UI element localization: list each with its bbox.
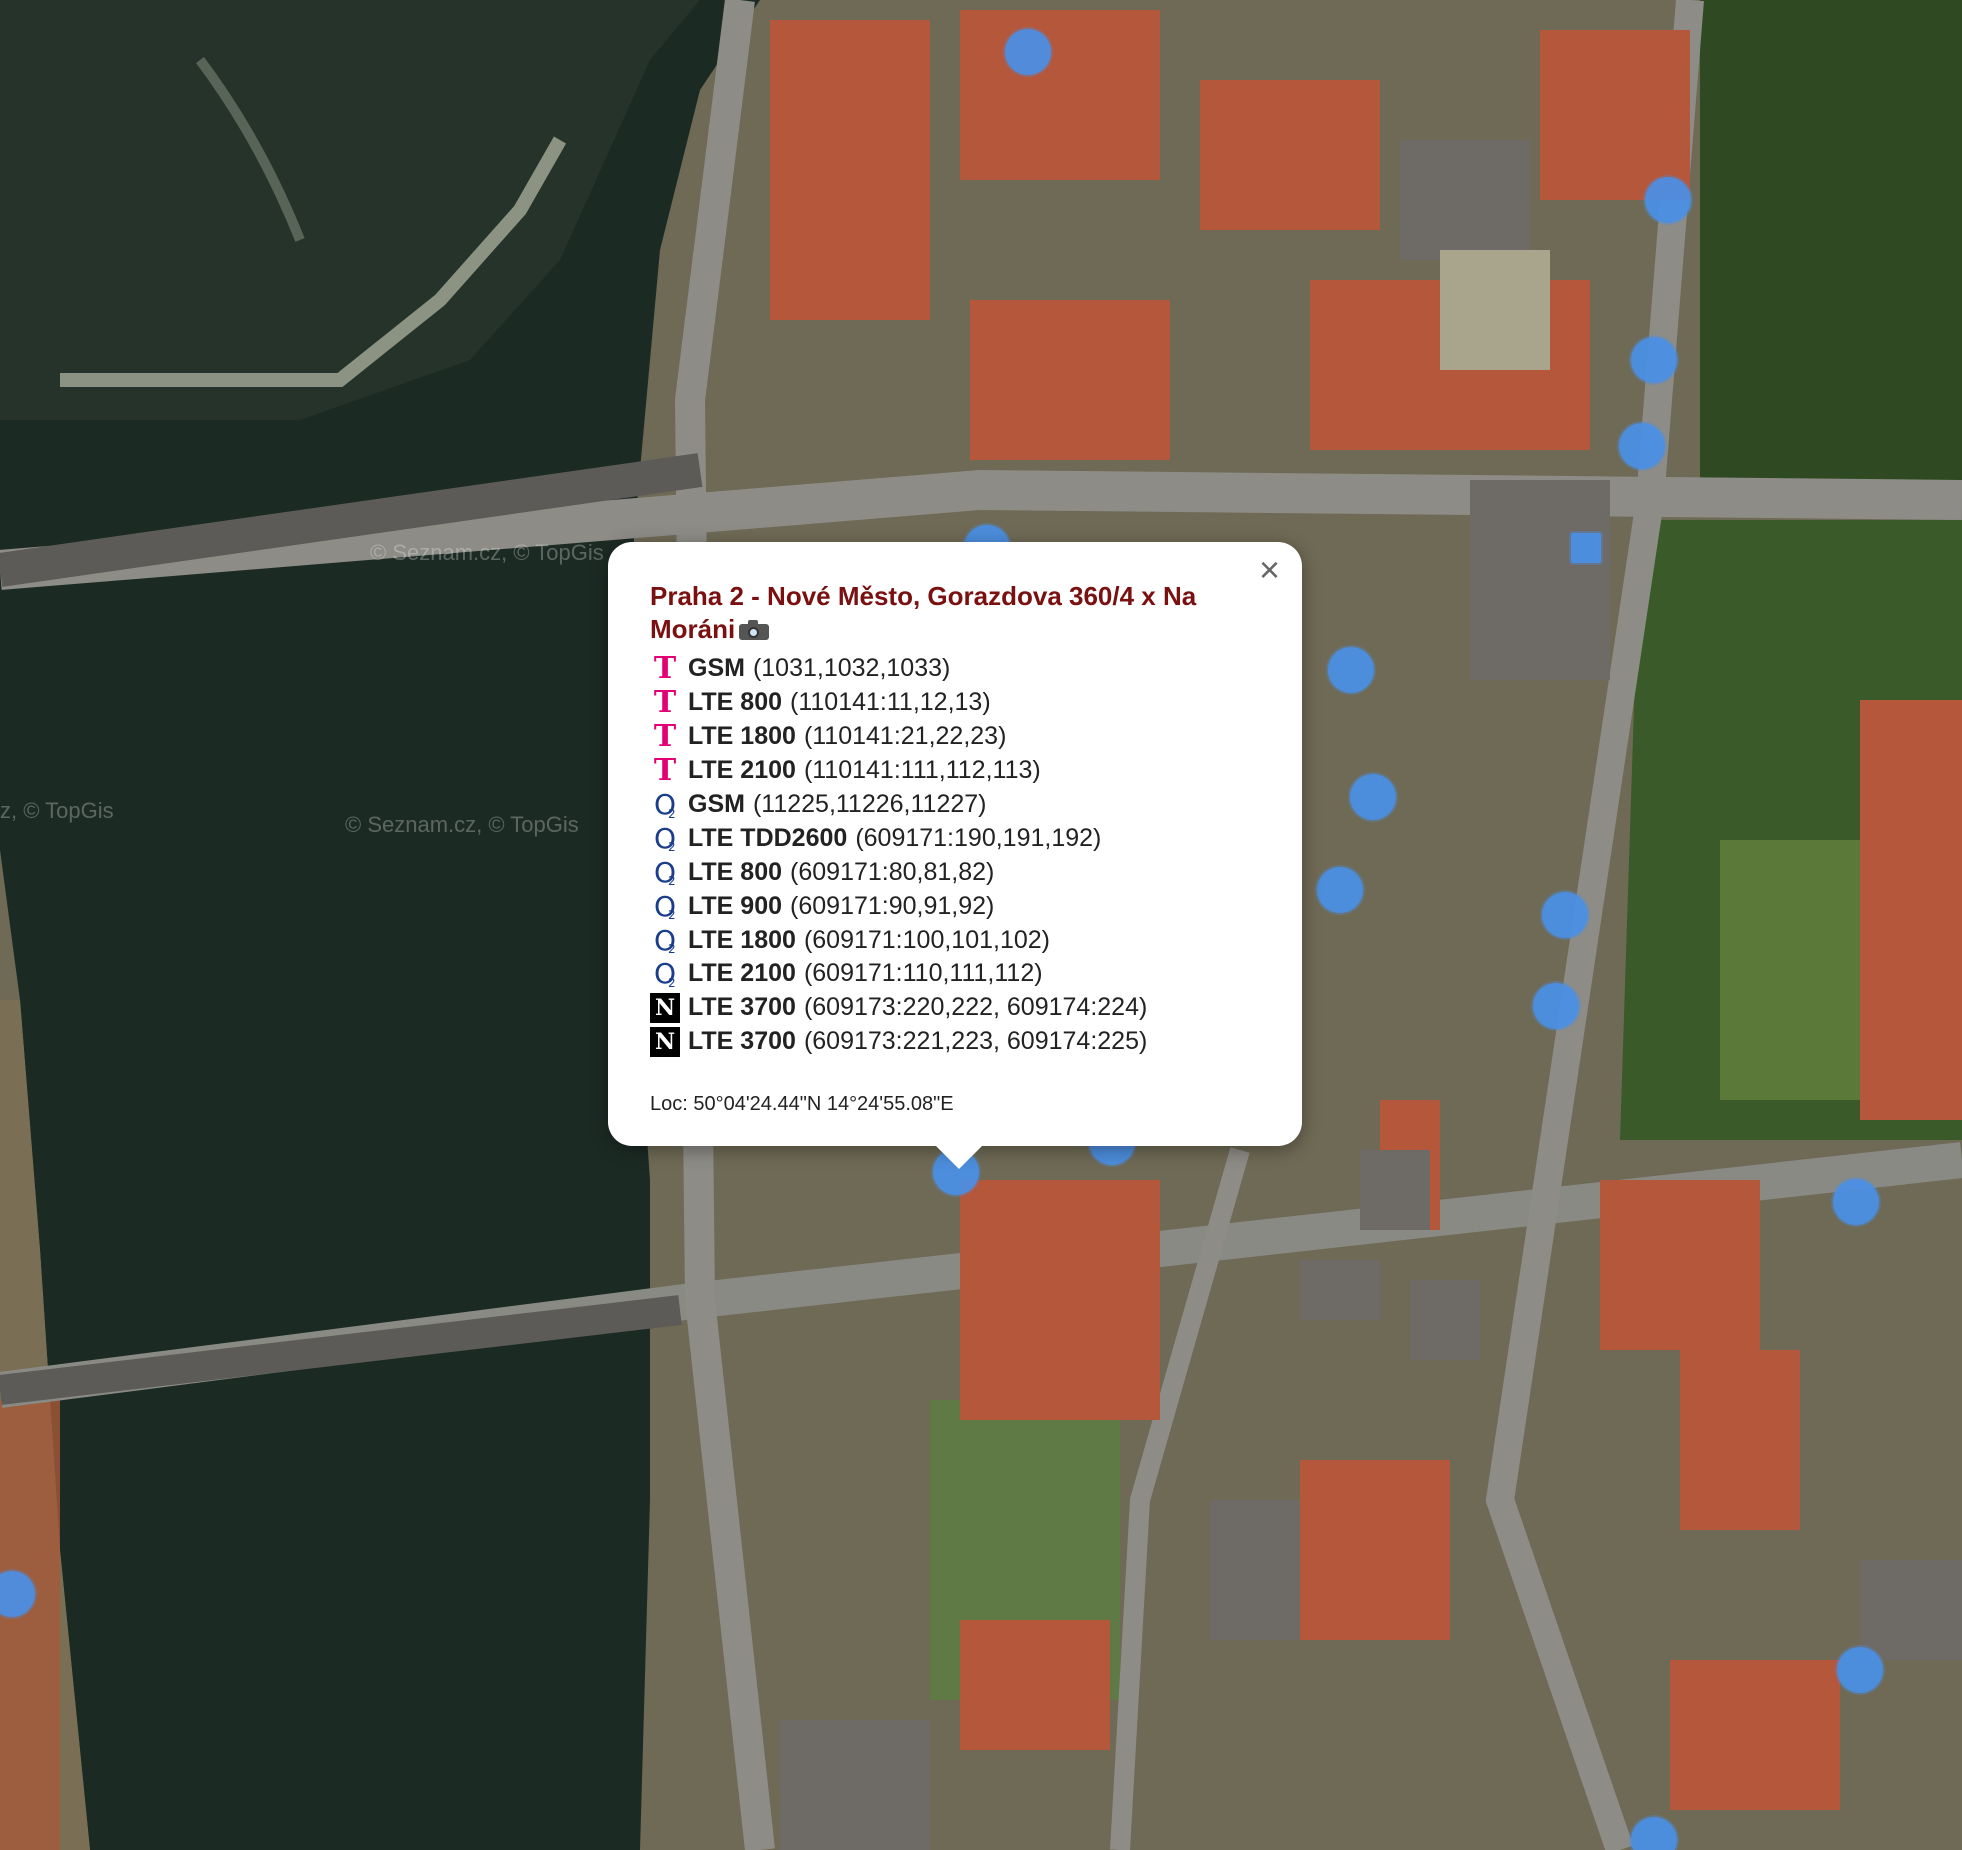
technology-label: LTE 3700: [688, 993, 796, 1022]
technology-label: GSM: [688, 654, 745, 683]
technology-label: LTE 900: [688, 891, 783, 920]
technology-label: LTE 2100: [688, 756, 796, 785]
cell-row: N LTE 3700 (609173:221,223, 609174:225): [650, 1025, 1262, 1059]
o2-icon: O2: [653, 855, 677, 889]
popup-title: Praha 2 - Nové Město, Gorazdova 360/4 x …: [650, 580, 1250, 646]
nordic-telecom-icon: N: [650, 1026, 680, 1057]
cell-tower-marker[interactable]: [1350, 774, 1396, 820]
cell-tower-marker[interactable]: [1571, 533, 1601, 563]
cell-ids: (609173:221,223, 609174:225): [803, 1027, 1148, 1056]
cell-row: N LTE 3700 (609173:220,222, 609174:224): [650, 991, 1262, 1025]
cell-tower-marker[interactable]: [1328, 647, 1374, 693]
technology-label: GSM: [688, 790, 745, 818]
cell-ids: (609171:190,191,192): [855, 823, 1102, 852]
o2-icon: O2: [653, 889, 677, 923]
nordic-telecom-icon: N: [650, 992, 680, 1023]
cell-tower-marker[interactable]: [1631, 337, 1677, 383]
location-coordinates: Loc: 50°04'24.44"N 14°24'55.08"E: [650, 1093, 954, 1115]
cell-ids: (110141:11,12,13): [790, 688, 991, 717]
cell-row: O2 GSM (11225,11226,11227): [650, 788, 1262, 822]
cell-tower-marker[interactable]: [1645, 177, 1691, 223]
cell-ids: (609171:80,81,82): [790, 857, 995, 886]
cell-row: T LTE 1800 (110141:21,22,23): [650, 719, 1262, 755]
o2-icon: O2: [653, 788, 677, 821]
cell-row: O2 LTE 900 (609171:90,91,92): [650, 889, 1262, 923]
t-mobile-icon: T: [653, 753, 677, 789]
site-address: Praha 2 - Nové Město, Gorazdova 360/4 x …: [650, 581, 1197, 644]
close-icon[interactable]: ×: [1259, 552, 1280, 588]
technology-label: LTE 800: [688, 688, 783, 717]
cell-row: T LTE 2100 (110141:111,112,113): [650, 753, 1262, 789]
technology-label: LTE 1800: [688, 925, 796, 954]
cell-ids: (11225,11226,11227): [752, 790, 987, 818]
cell-row: O2 LTE 1800 (609171:100,101,102): [650, 923, 1262, 957]
technology-label: LTE 2100: [688, 959, 796, 988]
cell-row: T GSM (1031,1032,1033): [650, 651, 1262, 687]
camera-icon[interactable]: [739, 620, 770, 640]
technology-label: LTE TDD2600: [688, 823, 848, 852]
cell-ids: (609173:220,222, 609174:224): [803, 993, 1148, 1022]
cell-tower-marker[interactable]: [1833, 1179, 1879, 1225]
o2-icon: O2: [653, 957, 677, 991]
cell-ids: (609171:100,101,102): [803, 925, 1050, 954]
cell-tower-marker[interactable]: [1619, 423, 1665, 469]
technology-label: LTE 800: [688, 857, 783, 886]
cell-ids: (609171:90,91,92): [790, 891, 995, 920]
cell-row: O2 LTE 2100 (609171:110,111,112): [650, 957, 1262, 991]
cell-tower-marker[interactable]: [1542, 892, 1588, 938]
technology-label: LTE 3700: [688, 1027, 796, 1056]
cell-row: O2 LTE 800 (609171:80,81,82): [650, 855, 1262, 889]
technology-label: LTE 1800: [688, 722, 796, 751]
cell-ids: (1031,1032,1033): [752, 654, 951, 683]
cell-row: T LTE 800 (110141:11,12,13): [650, 685, 1262, 721]
cell-ids: (110141:111,112,113): [803, 756, 1041, 785]
cell-tower-marker[interactable]: [1533, 983, 1579, 1029]
cell-tower-marker[interactable]: [1317, 867, 1363, 913]
cell-row: O2 LTE TDD2600 (609171:190,191,192): [650, 821, 1262, 855]
t-mobile-icon: T: [653, 651, 677, 687]
o2-icon: O2: [653, 821, 677, 855]
cell-tower-marker[interactable]: [1005, 29, 1051, 75]
cell-ids: (609171:110,111,112): [803, 959, 1043, 988]
map-watermark: © Seznam.cz, © TopGis: [370, 540, 604, 565]
cell-info-popup: × Praha 2 - Nové Město, Gorazdova 360/4 …: [608, 542, 1302, 1146]
cell-tower-marker[interactable]: [1837, 1647, 1883, 1693]
popup-pointer: [933, 1143, 985, 1169]
cell-ids: (110141:21,22,23): [803, 722, 1007, 751]
t-mobile-icon: T: [653, 719, 677, 755]
map-watermark: z, © TopGis: [0, 798, 114, 823]
map-watermark: © Seznam.cz, © TopGis: [345, 812, 579, 837]
o2-icon: O2: [653, 923, 677, 957]
t-mobile-icon: T: [653, 685, 677, 721]
